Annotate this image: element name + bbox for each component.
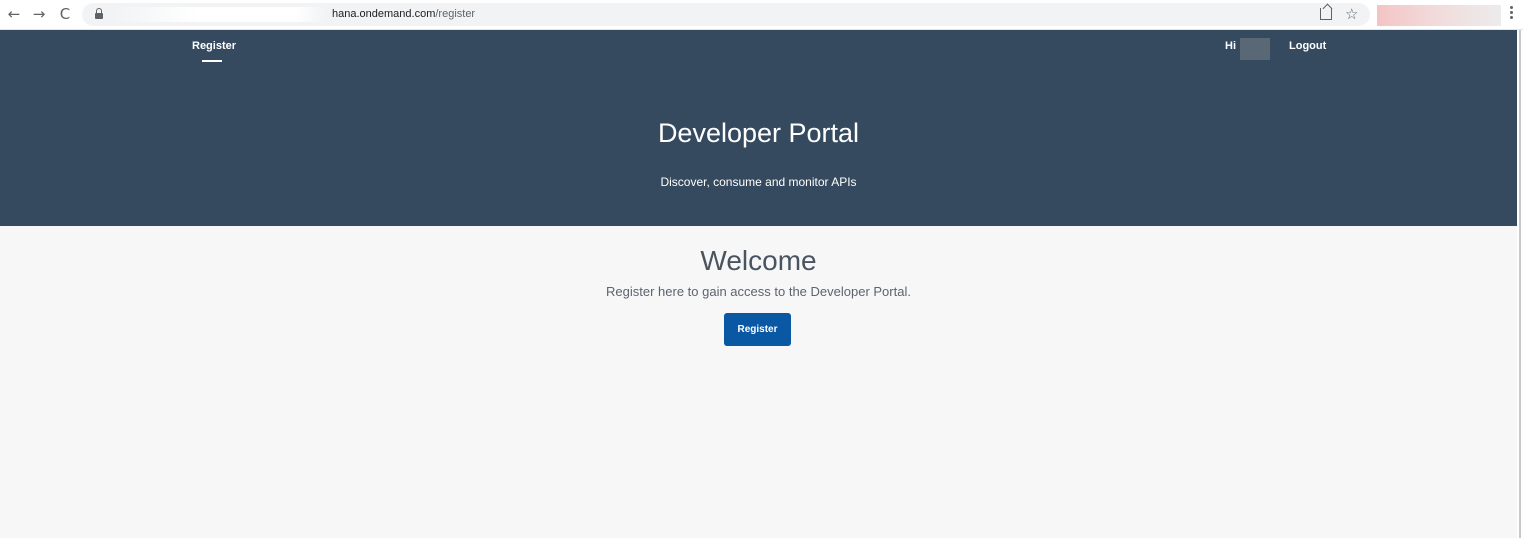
- address-bar[interactable]: hana.ondemand.com/register ☆: [82, 3, 1370, 26]
- reload-icon[interactable]: C: [55, 4, 75, 24]
- scrollbar-thumb[interactable]: [1519, 30, 1521, 538]
- logout-link[interactable]: Logout: [1289, 40, 1326, 52]
- redacted-url-prefix: [112, 7, 327, 22]
- nav-tab-register[interactable]: Register: [192, 40, 236, 52]
- portal-title: Developer Portal: [657, 118, 860, 148]
- back-arrow-icon[interactable]: ←: [4, 4, 24, 24]
- lock-icon[interactable]: [93, 7, 107, 21]
- browser-toolbar: ← → C hana.ondemand.com/register ☆: [0, 0, 1523, 30]
- register-button[interactable]: Register: [724, 313, 791, 346]
- url-text[interactable]: hana.ondemand.com/register: [332, 8, 475, 20]
- active-tab-indicator: [202, 60, 222, 62]
- user-greeting: Hi: [1225, 40, 1236, 52]
- redacted-username: [1240, 38, 1270, 60]
- forward-arrow-icon[interactable]: →: [29, 4, 49, 24]
- welcome-text: Register here to gain access to the Deve…: [606, 284, 911, 299]
- browser-menu-icon[interactable]: [1510, 6, 1514, 22]
- share-icon[interactable]: [1320, 8, 1332, 20]
- portal-header: Register Hi Logout Developer Portal Disc…: [0, 30, 1517, 226]
- url-host: hana.ondemand.com: [332, 8, 436, 20]
- page-content: Register Hi Logout Developer Portal Disc…: [0, 30, 1517, 538]
- bookmark-star-icon[interactable]: ☆: [1345, 4, 1358, 24]
- welcome-heading: Welcome: [700, 245, 817, 276]
- redacted-profile-area: [1377, 5, 1501, 26]
- portal-subtitle: Discover, consume and monitor APIs: [660, 175, 857, 189]
- url-path: /register: [435, 8, 476, 20]
